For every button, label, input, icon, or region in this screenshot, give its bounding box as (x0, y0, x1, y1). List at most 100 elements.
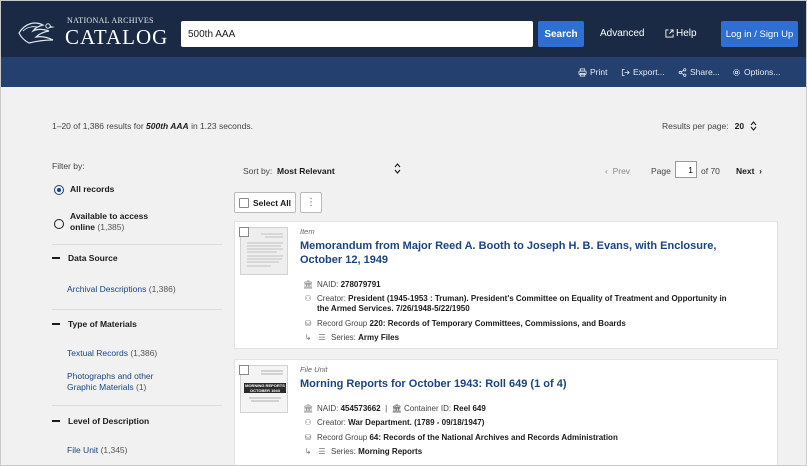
next-page-link[interactable]: Next › (736, 166, 762, 176)
facet-level-of-description-toggle[interactable]: Level of Description (52, 416, 149, 426)
sidebar-divider (52, 309, 222, 310)
share-icon (678, 67, 687, 77)
facet-label-line1: Photographs and other (67, 371, 154, 381)
advanced-search-link[interactable]: Advanced (600, 28, 644, 39)
series-value: Army Files (358, 333, 400, 342)
result-checkbox[interactable] (239, 365, 249, 375)
creator-label: Creator: (317, 294, 346, 303)
result-title-line1: Memorandum from Major Reed A. Booth to J… (300, 240, 717, 252)
result-title-line1: Morning Reports for October 1943: Roll 6… (300, 378, 567, 390)
result-card: Item Memorandum from Major Reed A. Booth… (234, 221, 778, 349)
series-icon: ☰ (318, 447, 326, 456)
next-label: Next (736, 166, 755, 176)
page-total: of 70 (701, 166, 720, 176)
thumbnail-caption: MORNING REPORTS OCTOBER 1943 (245, 383, 285, 393)
tree-branch-icon: ↳ (304, 447, 312, 456)
prev-page-link[interactable]: ‹ Prev (605, 166, 630, 176)
record-group-label: Record Group (317, 433, 368, 442)
results-per-page[interactable]: Results per page: 20 (662, 121, 757, 131)
summary-query: 500th AAA (146, 121, 189, 131)
facet-label: Textual Records (67, 348, 128, 358)
naid-value: 454573662 (340, 404, 381, 413)
result-series: ↳ ☰ Series: Morning Reports (303, 447, 423, 457)
sort-label: Sort by: (243, 166, 273, 176)
export-button[interactable]: Export... (621, 67, 665, 77)
facet-archival-descriptions[interactable]: Archival Descriptions (1,386) (67, 284, 176, 295)
result-creator: ⚇ Creator: War Department. (1789 - 09/18… (303, 418, 484, 428)
available-online-label[interactable]: Available to access online (1,385) (70, 211, 148, 233)
top-header: NATIONAL ARCHIVES CATALOG Search Advance… (1, 1, 806, 57)
sort-by-select[interactable]: Sort by: Most Relevant (243, 166, 335, 176)
results-summary: 1–20 of 1,386 results for 500th AAA in 1… (52, 121, 253, 131)
facet-data-source-toggle[interactable]: Data Source (52, 253, 118, 263)
result-record-group: ⛁ Record Group 64: Records of the Nation… (303, 433, 618, 443)
more-actions-button[interactable]: ⋮ (300, 192, 322, 213)
record-group-value: 64: Records of the National Archives and… (369, 433, 618, 442)
logo-title: CATALOG (65, 25, 169, 49)
result-card: MORNING REPORTS OCTOBER 1943 File Unit M… (234, 359, 778, 465)
naid-value: 278079791 (340, 280, 381, 289)
available-line2: online (70, 222, 96, 232)
naid-label: NAID: (317, 404, 339, 413)
print-icon (578, 67, 587, 77)
result-checkbox[interactable] (239, 227, 249, 237)
facet-file-unit[interactable]: File Unit (1,345) (67, 445, 128, 456)
naid-label: NAID: (317, 280, 339, 289)
result-title-link[interactable]: Memorandum from Major Reed A. Booth to J… (300, 239, 716, 267)
select-all-button[interactable]: Select All (234, 192, 296, 213)
print-button[interactable]: Print (578, 67, 607, 77)
page-number-input[interactable] (675, 161, 697, 178)
share-label: Share... (690, 67, 720, 77)
filter-by-label: Filter by: (52, 161, 85, 171)
available-count: (1,385) (97, 222, 125, 232)
options-label: Options... (744, 67, 781, 77)
facet-level-of-description-heading: Level of Description (68, 416, 150, 426)
all-records-label[interactable]: All records (70, 184, 114, 195)
creator-icon: ⚇ (304, 418, 312, 427)
sort-toggle-icon (750, 121, 757, 131)
per-page-value: 20 (734, 121, 745, 131)
help-label: Help (676, 28, 697, 39)
result-creator: ⚇ Creator: President (1945-1953 : Truman… (303, 294, 726, 314)
print-label: Print (590, 67, 608, 77)
facet-label-line2: Graphic Materials (67, 382, 134, 392)
results-toolbar: Print Export... Share... Options... (1, 57, 806, 87)
sort-dropdown-icon[interactable] (394, 163, 401, 174)
sidebar-divider (52, 405, 222, 406)
sort-value: Most Relevant (277, 166, 335, 176)
login-signup-button[interactable]: Log in / Sign Up (721, 21, 798, 47)
per-page-label: Results per page: (662, 121, 729, 131)
search-input[interactable] (181, 21, 533, 47)
result-naid: 🏛 NAID: 454573662 | 🏛 Container ID: Reel… (303, 404, 486, 413)
creator-line2: the Armed Services. 7/26/1948-5/22/1950 (317, 304, 470, 313)
gear-icon (733, 68, 740, 76)
series-label: Series: (331, 333, 356, 342)
series-label: Series: (331, 447, 356, 456)
container-icon: 🏛 (391, 404, 402, 413)
result-title-link[interactable]: Morning Reports for October 1943: Roll 6… (300, 377, 567, 391)
all-records-radio[interactable] (54, 185, 64, 195)
share-button[interactable]: Share... (678, 67, 720, 77)
export-icon (621, 68, 630, 76)
collapse-icon (52, 323, 60, 325)
facet-type-of-materials-toggle[interactable]: Type of Materials (52, 319, 137, 329)
available-line1: Available to access (70, 211, 149, 221)
collapse-icon (52, 420, 60, 422)
available-online-radio[interactable] (54, 219, 64, 229)
search-button[interactable]: Search (538, 21, 584, 47)
facet-label: Archival Descriptions (67, 284, 147, 294)
help-link[interactable]: Help (665, 28, 697, 39)
result-naid: 🏛 NAID: 278079791 (303, 280, 381, 290)
facet-photographs[interactable]: Photographs and other Graphic Materials … (67, 371, 153, 393)
summary-prefix: 1–20 of 1,386 results for (52, 121, 147, 131)
sidebar-divider (52, 244, 222, 245)
series-value: Morning Reports (358, 447, 423, 456)
series-icon: ☰ (318, 333, 326, 342)
facet-textual-records[interactable]: Textual Records (1,386) (67, 348, 157, 359)
result-type: File Unit (300, 365, 328, 374)
result-type: Item (300, 227, 315, 236)
record-group-label: Record Group (317, 319, 368, 328)
options-button[interactable]: Options... (732, 67, 780, 77)
select-all-checkbox[interactable] (239, 197, 249, 208)
catalog-logo[interactable]: NATIONAL ARCHIVES CATALOG (17, 11, 167, 49)
